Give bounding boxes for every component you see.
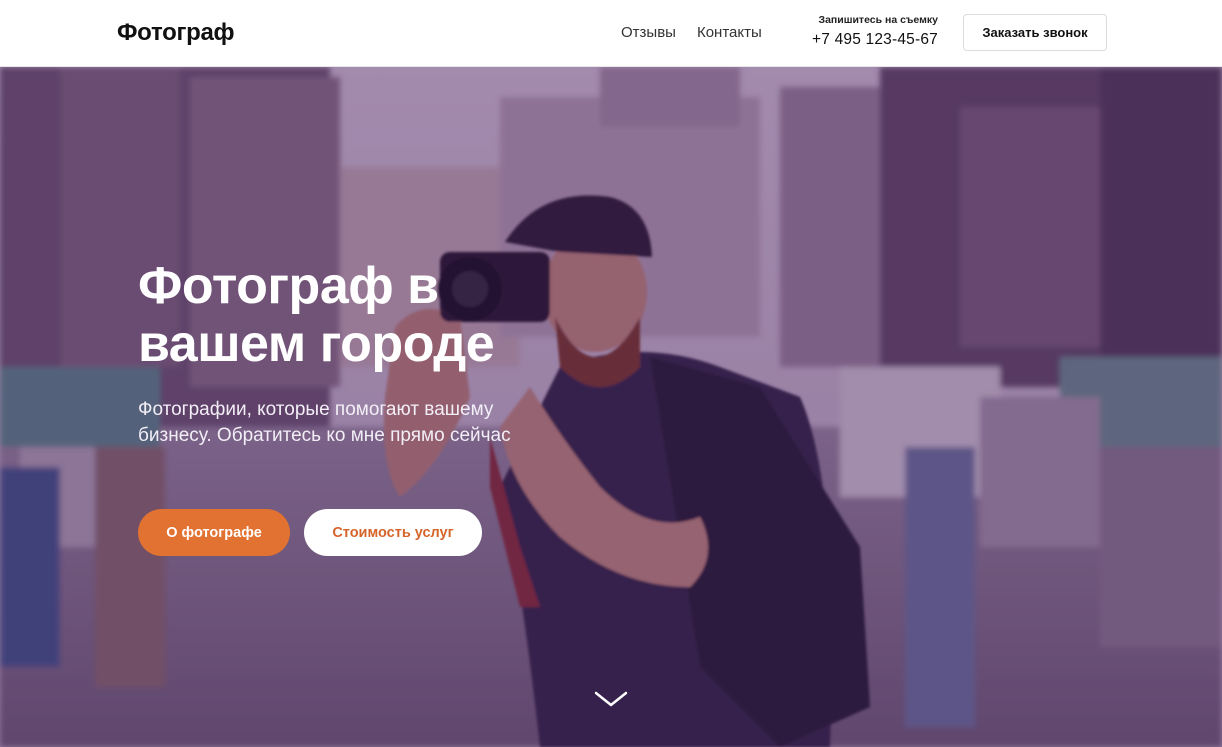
hero-title: Фотограф в вашем городе [138,257,495,373]
service-prices-button[interactable]: Стоимость услуг [304,509,482,556]
phone-number[interactable]: +7 495 123-45-67 [804,31,938,49]
chevron-down-icon[interactable] [593,687,629,711]
hero-section: Фотограф в вашем городе Фотографии, кото… [0,67,1222,747]
nav-contacts-link[interactable]: Контакты [697,24,762,41]
hero-subtitle: Фотографии, которые помогают вашему бизн… [138,399,511,446]
logo[interactable]: Фотограф [117,19,235,47]
site-header: Фотограф Отзывы Контакты Запишитесь на с… [0,0,1222,67]
about-photographer-button[interactable]: О фотографе [138,509,290,556]
main-nav: Отзывы Контакты [621,24,762,41]
contact-note: Запишитесь на съемку [818,14,939,26]
request-call-button[interactable]: Заказать звонок [963,14,1107,51]
nav-reviews-link[interactable]: Отзывы [621,24,676,41]
contact-block: Запишитесь на съемку +7 495 123-45-67 [804,14,938,49]
